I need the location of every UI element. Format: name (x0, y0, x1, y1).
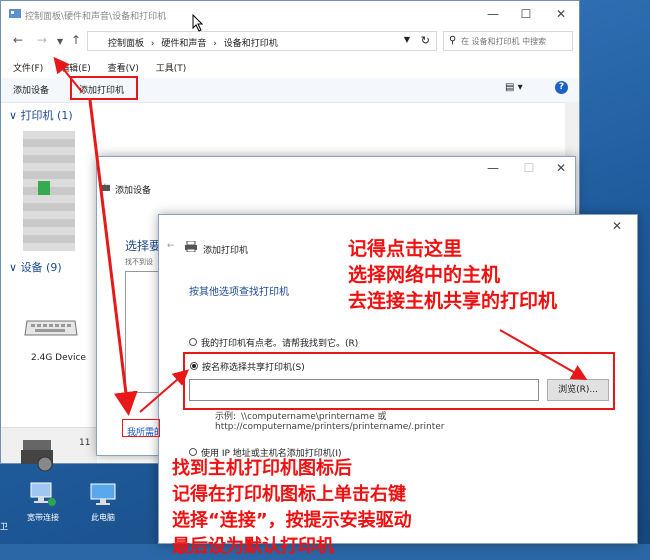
back-icon[interactable]: ← (167, 241, 175, 251)
search-icon: ⚲ (449, 35, 457, 46)
option-old-printer-label[interactable]: 我的打印机有点老。请帮我找到它。(R) (201, 336, 358, 349)
highlight-missing-link (122, 419, 160, 437)
close-button[interactable]: ✕ (541, 157, 581, 179)
printers-section-header[interactable]: ∨ 打印机 (1) (9, 107, 73, 123)
device-icon (100, 185, 110, 191)
annotation-line: 最后设为默认打印机 (172, 536, 334, 557)
example-url-path: http://computername/printers/printername… (215, 422, 445, 432)
menu-view[interactable]: 查看(V) (108, 64, 139, 74)
printer-status-mark (38, 181, 50, 195)
minimize-button[interactable]: — (473, 157, 513, 179)
item-count-fragment: 11 (79, 438, 91, 448)
annotation-line: 去连接主机共享的打印机 (348, 290, 558, 312)
desktop-left-fragment: 卫 (0, 522, 8, 531)
example-unc-path: \\computername\printername 或 (241, 412, 387, 422)
dialog-subtext: 找不到设 (125, 258, 153, 266)
dialog-heading: 按其他选项查找打印机 (189, 287, 289, 298)
maximize-button[interactable]: ☐ (506, 3, 546, 25)
up-icon[interactable]: ↑ (71, 33, 81, 47)
example-prefix: 示例: (215, 412, 237, 422)
annotation-line: 找到主机打印机图标后 (172, 458, 352, 479)
menu-bar: 文件(F) 编辑(E) 查看(V) 工具(T) (13, 61, 200, 74)
this-pc-icon (90, 483, 116, 505)
chevron-down-icon: ∨ (9, 261, 18, 274)
annotation-bottom: 找到主机打印机图标后 记得在打印机图标上单击右键 选择“连接”，按提示安装驱动 … (172, 456, 412, 560)
breadcrumb-devices-printers[interactable]: 设备和打印机 (224, 39, 278, 49)
view-options-icon[interactable]: ▤ ▾ (505, 82, 523, 93)
devices-section-header[interactable]: ∨ 设备 (9) (9, 259, 62, 275)
refresh-icon[interactable]: ↻ (421, 34, 430, 47)
back-icon[interactable]: ← (13, 33, 23, 47)
annotation-line: 选择“连接”，按提示安装驱动 (172, 510, 412, 531)
title-bar: 控制面板\硬件和声音\设备和打印机 — ☐ ✕ (1, 1, 579, 27)
add-device-button[interactable]: 添加设备 (13, 83, 49, 96)
network-computer-icon (30, 482, 56, 506)
breadcrumb-control-panel[interactable]: 控制面板 (108, 39, 144, 49)
close-button[interactable]: ✕ (541, 3, 581, 25)
printer-icon (185, 241, 197, 252)
annotation-line: 选择网络中的主机 (348, 264, 501, 286)
annotation-line: 记得点击这里 (348, 238, 463, 260)
breadcrumb-hardware-sound[interactable]: 硬件和声音 (161, 39, 206, 49)
address-dropdown-icon[interactable]: ▼ (404, 35, 410, 44)
help-icon[interactable]: ? (555, 81, 568, 94)
device-label: 2.4G Device (31, 353, 86, 363)
desktop-icon-broadband[interactable]: 宽带连接 (20, 480, 66, 523)
dialog-title: 添加打印机 (203, 246, 249, 256)
highlight-shared-option (183, 352, 615, 410)
printer-thumbnail[interactable] (23, 131, 75, 251)
chevron-down-icon: ∨ (9, 109, 18, 122)
printer-camera-icon (21, 440, 53, 472)
annotation-top-right: 记得点击这里 选择网络中的主机 去连接主机共享的打印机 (348, 236, 557, 314)
desktop-icon-label: 宽带连接 (27, 513, 59, 522)
window-title: 控制面板\硬件和声音\设备和打印机 (25, 12, 167, 22)
annotation-line: 记得在打印机图标上单击右键 (172, 484, 406, 505)
mouse-cursor-icon (192, 14, 204, 32)
dialog-title: 添加设备 (115, 186, 152, 196)
search-box[interactable]: ⚲ 在 设备和打印机 中搜索 (443, 31, 573, 51)
desktop-icon-label: 此电脑 (91, 513, 115, 522)
control-panel-icon (9, 9, 21, 18)
dialog-heading: 选择要 (125, 239, 162, 253)
close-button[interactable]: ✕ (597, 215, 637, 237)
details-pane: 11 (1, 427, 97, 472)
search-placeholder: 在 设备和打印机 中搜索 (461, 37, 547, 46)
menu-file[interactable]: 文件(F) (13, 64, 43, 74)
desktop-icon-this-pc[interactable]: 此电脑 (80, 480, 126, 523)
recent-dropdown-icon[interactable]: ▼ (57, 37, 63, 46)
menu-tools[interactable]: 工具(T) (156, 64, 187, 74)
option-ip-radio[interactable] (189, 448, 197, 456)
highlight-add-printer (70, 76, 138, 100)
address-bar[interactable]: 控制面板 › 硬件和声音 › 设备和打印机 ▼ ↻ (87, 31, 437, 51)
keyboard-icon[interactable] (23, 317, 79, 339)
option-old-printer-radio[interactable] (189, 338, 197, 346)
forward-icon[interactable]: → (37, 33, 47, 47)
menu-edit[interactable]: 编辑(E) (60, 64, 91, 74)
